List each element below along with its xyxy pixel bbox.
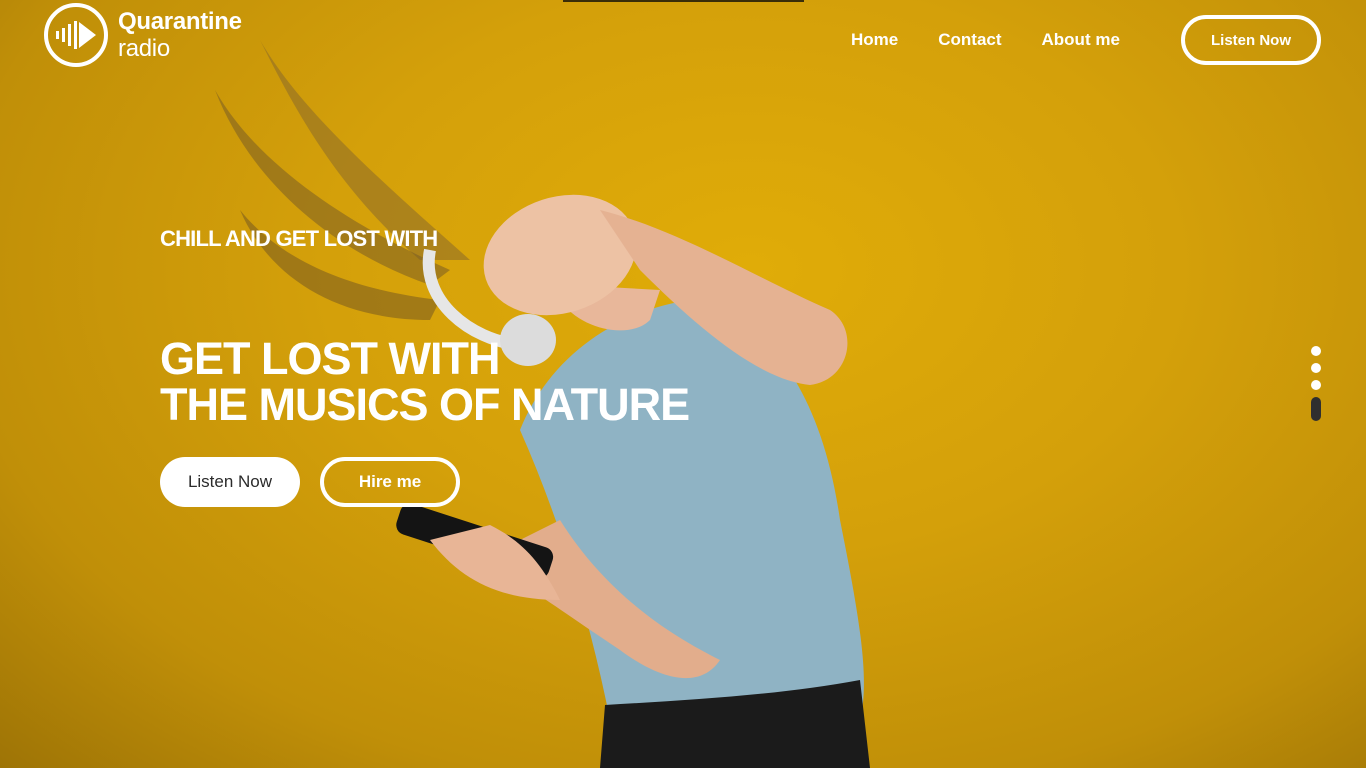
hero-headline-line2: THE MUSICS OF NATURE: [160, 379, 690, 430]
slider-pagination: [1311, 346, 1321, 428]
sound-wave-play-icon: [44, 3, 108, 67]
nav-contact-link[interactable]: Contact: [938, 30, 1001, 50]
brand-name-line1: Quarantine: [118, 8, 242, 35]
listen-now-button[interactable]: Listen Now: [160, 457, 300, 507]
hero-headline-line1: GET LOST WITH: [160, 333, 500, 384]
slide-dot-1[interactable]: [1311, 346, 1321, 356]
nav-home-link[interactable]: Home: [851, 30, 898, 50]
slide-dot-4-active[interactable]: [1311, 397, 1321, 421]
hire-me-button[interactable]: Hire me: [320, 457, 460, 507]
header-listen-now-button[interactable]: Listen Now: [1181, 15, 1321, 65]
hero-kicker: CHILL AND GET LOST WITH: [160, 226, 438, 251]
slide-dot-3[interactable]: [1311, 380, 1321, 390]
brand-name: Quarantine radio: [118, 8, 242, 62]
nav-about-link[interactable]: About me: [1042, 30, 1120, 50]
hero-headline: GET LOST WITH THE MUSICS OF NATURE: [160, 333, 690, 430]
hero-section: Quarantine radio Home Contact About me L…: [0, 0, 1366, 768]
brand-name-line2: radio: [118, 35, 170, 62]
slide-dot-2[interactable]: [1311, 363, 1321, 373]
brand-logo[interactable]: Quarantine radio: [44, 3, 242, 67]
main-nav: Home Contact About me: [851, 30, 1160, 50]
